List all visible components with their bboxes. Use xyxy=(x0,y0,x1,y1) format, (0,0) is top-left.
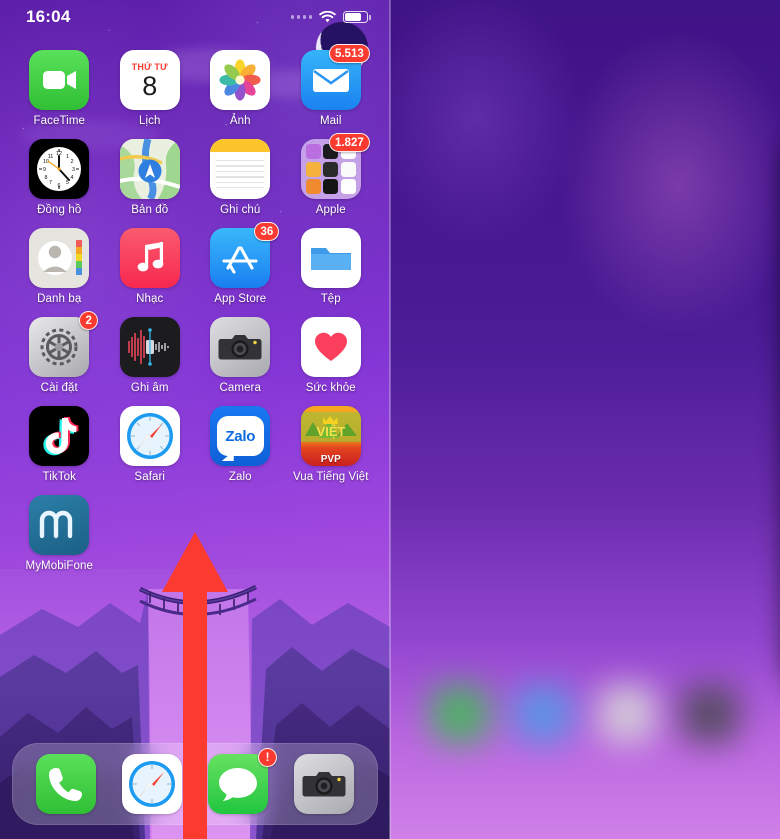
app-photos[interactable]: Ảnh xyxy=(195,50,286,127)
app-label: Vua Tiếng Việt xyxy=(292,471,369,483)
status-badge: 2 xyxy=(79,311,99,330)
maps-icon[interactable] xyxy=(119,139,180,199)
status-bar: 16:04 xyxy=(0,0,390,34)
app-label: Tệp xyxy=(320,293,341,305)
camera-icon[interactable] xyxy=(210,317,271,377)
app-label: Ảnh xyxy=(229,115,251,127)
signal-dots-icon xyxy=(290,15,312,19)
app-label: Danh bạ xyxy=(37,293,82,305)
app-label: Cài đặt xyxy=(40,382,78,394)
app-label: Đồng hồ xyxy=(37,204,82,216)
svg-text:9: 9 xyxy=(43,167,46,173)
app-voice-memos[interactable]: Ghi âm xyxy=(105,317,196,394)
facetime-icon[interactable] xyxy=(29,50,90,110)
status-indicators xyxy=(290,10,371,24)
app-grid: FaceTime THỨ TƯ 8 Lịch Ảnh 5.513 Mail 12… xyxy=(0,44,390,572)
app-label: Bản đồ xyxy=(131,204,169,216)
app-label: Apple xyxy=(315,204,346,216)
status-badge: 1.827 xyxy=(328,133,370,152)
app-label: App Store xyxy=(214,293,267,305)
clock-icon[interactable]: 12 3 69 12 45 78 10 11 xyxy=(29,139,90,199)
app-files[interactable]: Tệp xyxy=(286,228,377,305)
app-facetime[interactable]: FaceTime xyxy=(14,50,105,127)
dock-phone-icon[interactable] xyxy=(36,754,96,814)
status-clock: 16:04 xyxy=(26,7,71,26)
app-camera[interactable]: Camera xyxy=(195,317,286,394)
app-label: Sức khỏe xyxy=(305,382,356,394)
switcher-card-stack: ❮ ể biết c Khởi độ iải phá ó thể sẽ hởi … xyxy=(390,0,780,839)
contacts-icon[interactable] xyxy=(29,228,90,288)
app-vua-tieng-viet[interactable]: VIỆT PVP Vua Tiếng Việt xyxy=(286,406,377,483)
app-zalo[interactable]: Zalo Zalo xyxy=(195,406,286,483)
svg-text:7: 7 xyxy=(49,180,52,186)
app-label: Nhạc xyxy=(136,293,164,305)
folder-apple[interactable]: 1.827 Apple xyxy=(286,133,377,216)
svg-text:8: 8 xyxy=(45,175,48,181)
safari-icon[interactable] xyxy=(119,406,180,466)
right-phone-app-switcher: ❮ ể biết c Khởi độ iải phá ó thể sẽ hởi … xyxy=(390,0,780,839)
heart-icon xyxy=(314,332,347,361)
status-badge: ! xyxy=(258,748,277,767)
app-label: Safari xyxy=(134,471,166,483)
app-appstore[interactable]: 36 App Store xyxy=(195,222,286,305)
zalo-icon[interactable]: Zalo xyxy=(210,406,271,466)
battery-icon xyxy=(343,11,371,23)
status-badge: 36 xyxy=(254,222,280,241)
files-icon[interactable] xyxy=(300,228,361,288)
svg-text:5: 5 xyxy=(66,180,69,186)
pvp-label: PVP xyxy=(320,454,341,465)
left-phone-home-screen: 16:04 FaceTime THỨ TƯ 8 Lịch Ảnh 5.513 M… xyxy=(0,0,390,839)
app-mymobifone[interactable]: MyMobiFone xyxy=(14,495,105,572)
svg-text:2: 2 xyxy=(71,159,74,165)
status-badge: 5.513 xyxy=(328,44,370,63)
app-label: Zalo xyxy=(228,471,252,483)
wifi-icon xyxy=(319,10,336,22)
app-tiktok[interactable]: TikTok xyxy=(14,406,105,483)
app-contacts[interactable]: Danh bạ xyxy=(14,228,105,305)
notes-icon[interactable] xyxy=(210,139,271,199)
app-mail[interactable]: 5.513 Mail xyxy=(286,44,377,127)
swipe-up-arrow-icon xyxy=(150,530,240,839)
app-maps[interactable]: Bản đồ xyxy=(105,139,196,216)
app-label: Mail xyxy=(320,115,342,127)
calendar-icon[interactable]: THỨ TƯ 8 xyxy=(119,50,180,110)
app-label: Ghi âm xyxy=(130,382,169,394)
app-label: Camera xyxy=(219,382,261,394)
calendar-day: 8 xyxy=(142,70,158,101)
svg-text:1: 1 xyxy=(66,154,69,160)
svg-text:VIỆT: VIỆT xyxy=(316,424,345,439)
svg-text:3: 3 xyxy=(72,167,75,173)
settings-icon[interactable]: 2 xyxy=(29,311,99,377)
app-settings[interactable]: 2 Cài đặt xyxy=(14,311,105,394)
app-label: TikTok xyxy=(42,471,76,483)
app-music[interactable]: Nhạc xyxy=(105,228,196,305)
mail-icon[interactable]: 5.513 xyxy=(300,44,370,110)
mymobifone-icon[interactable] xyxy=(29,495,90,555)
svg-text:11: 11 xyxy=(48,154,54,160)
app-calendar[interactable]: THỨ TƯ 8 Lịch xyxy=(105,50,196,127)
zalo-wordmark: Zalo xyxy=(225,427,256,445)
svg-text:4: 4 xyxy=(71,175,74,181)
app-clock[interactable]: 12 3 69 12 45 78 10 11 Đồng hồ xyxy=(14,139,105,216)
voice-memos-icon[interactable] xyxy=(119,317,180,377)
vua-tieng-viet-icon[interactable]: VIỆT PVP xyxy=(300,406,361,466)
panel-divider xyxy=(389,0,391,839)
photos-icon[interactable] xyxy=(210,50,271,110)
tiktok-icon[interactable] xyxy=(29,406,90,466)
svg-text:6: 6 xyxy=(58,183,61,189)
appstore-icon[interactable]: 36 xyxy=(210,222,280,288)
screenshot-root: 16:04 FaceTime THỨ TƯ 8 Lịch Ảnh 5.513 M… xyxy=(0,0,780,839)
app-label: Lịch xyxy=(139,115,161,127)
app-health[interactable]: Sức khỏe xyxy=(286,317,377,394)
app-safari[interactable]: Safari xyxy=(105,406,196,483)
app-notes[interactable]: Ghi chú xyxy=(195,139,286,216)
folder-apple-icon[interactable]: 1.827 xyxy=(300,133,370,199)
app-label: MyMobiFone xyxy=(25,560,93,572)
app-label: Ghi chú xyxy=(220,204,261,216)
dock-camera-icon[interactable] xyxy=(294,754,354,814)
app-label: FaceTime xyxy=(33,115,85,127)
music-icon[interactable] xyxy=(119,228,180,288)
health-icon[interactable] xyxy=(300,317,361,377)
